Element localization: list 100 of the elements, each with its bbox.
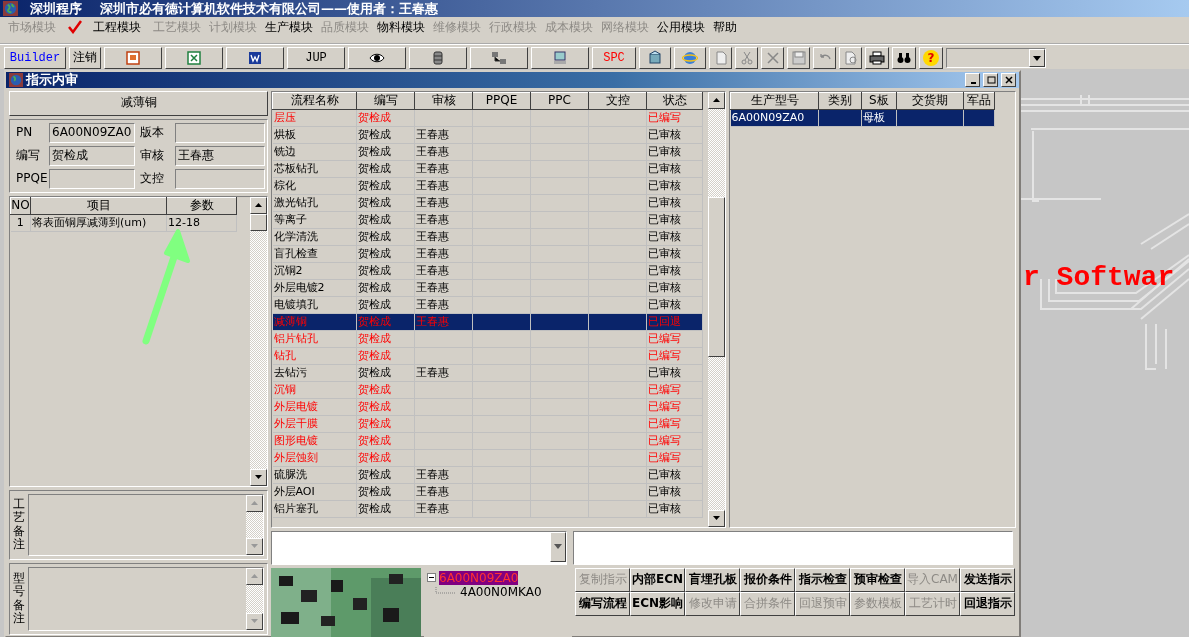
action-button[interactable]: 盲埋孔板 <box>685 567 740 592</box>
action-button[interactable]: ECN影响 <box>630 591 685 616</box>
remark-field[interactable] <box>28 493 264 556</box>
menu-item[interactable]: 帮助 <box>709 19 741 35</box>
scroll-down-icon[interactable] <box>246 537 263 555</box>
globe-icon[interactable] <box>674 47 706 69</box>
window-title: 指示内审 <box>26 72 79 88</box>
toolbar-button[interactable]: 注销 <box>69 47 101 69</box>
table-cell: 已编写 <box>646 415 703 433</box>
scroll-up-icon[interactable] <box>250 196 267 214</box>
column-header[interactable]: 类别 <box>818 92 862 110</box>
table-cell: 贺检成 <box>356 211 415 229</box>
column-header[interactable]: 文控 <box>588 92 647 110</box>
field-label: PPQE <box>15 171 47 186</box>
dropdown-field[interactable] <box>271 530 567 565</box>
scroll-down-icon[interactable] <box>708 509 725 527</box>
column-header[interactable]: 交货期 <box>896 92 964 110</box>
table-cell: 钻孔 <box>272 347 357 365</box>
collapse-icon[interactable] <box>427 573 436 583</box>
window-globe-icon <box>9 72 23 87</box>
column-header[interactable]: 状态 <box>646 92 703 110</box>
action-button[interactable]: 指示检查 <box>795 567 850 592</box>
table-cell: 王春惠 <box>414 279 473 297</box>
delete-icon[interactable] <box>761 47 784 69</box>
database-icon[interactable] <box>409 47 467 69</box>
document-icon[interactable] <box>226 47 284 69</box>
action-button[interactable]: 回退指示 <box>960 591 1015 616</box>
table-cell: 已审核 <box>646 296 703 314</box>
table-cell: 贺检成 <box>356 398 415 416</box>
column-header[interactable]: 审核 <box>414 92 473 110</box>
column-header[interactable]: S板 <box>861 92 897 110</box>
action-button[interactable]: 编写流程 <box>575 591 630 616</box>
action-button[interactable]: 报价条件 <box>740 567 795 592</box>
scroll-down-icon[interactable] <box>250 468 267 486</box>
column-header[interactable]: 生产型号 <box>730 92 819 110</box>
text-field[interactable] <box>175 122 265 143</box>
table-cell: 贺检成 <box>356 160 415 178</box>
print-preview-icon[interactable] <box>839 47 862 69</box>
toolbar-dropdown[interactable] <box>946 48 1046 68</box>
toolbar-button[interactable]: Builder <box>4 47 66 69</box>
scroll-up-icon[interactable] <box>246 494 263 512</box>
eye-icon[interactable] <box>348 47 406 69</box>
toolbar-button[interactable]: JUP <box>287 47 345 69</box>
scroll-down-icon[interactable] <box>246 612 263 630</box>
table-cell: 棕化 <box>272 177 357 195</box>
text-field[interactable]: 王春惠 <box>175 145 265 166</box>
table-cell: 电镀填孔 <box>272 296 357 314</box>
action-button[interactable]: 发送指示 <box>960 567 1015 592</box>
scroll-up-icon[interactable] <box>246 567 263 585</box>
undo-icon[interactable] <box>813 47 836 69</box>
text-field[interactable]: 6A00N09ZA0 <box>49 122 135 143</box>
table-cell: 已审核 <box>646 160 703 178</box>
printer-icon[interactable] <box>865 47 889 69</box>
minimize-icon[interactable] <box>965 72 980 87</box>
slides-icon[interactable] <box>104 47 162 69</box>
binoculars-icon[interactable] <box>892 47 916 69</box>
text-field[interactable] <box>175 168 265 189</box>
action-button[interactable]: 预审检查 <box>850 567 905 592</box>
computer-icon[interactable] <box>531 47 589 69</box>
table-cell: 外层电镀 <box>272 398 357 416</box>
tree-item[interactable]: 4A00N0MKA0 <box>457 585 542 600</box>
table-cell: 贺检成 <box>356 500 415 518</box>
column-header[interactable]: NO <box>10 197 31 215</box>
close-icon[interactable] <box>1001 72 1016 87</box>
text-field[interactable]: 贺检成 <box>49 145 135 166</box>
column-header[interactable]: 军品 <box>963 92 995 110</box>
column-header[interactable]: 编写 <box>356 92 415 110</box>
spreadsheet-icon[interactable] <box>165 47 223 69</box>
new-file-icon[interactable] <box>709 47 732 69</box>
menu-item[interactable]: 生产模块 <box>261 19 317 35</box>
table-cell: 王春惠 <box>414 143 473 161</box>
scroll-up-icon[interactable] <box>708 91 725 109</box>
table-cell: 贺检成 <box>356 279 415 297</box>
field-label: 审核 <box>139 148 165 163</box>
table-cell: 贺检成 <box>356 177 415 195</box>
column-header[interactable]: 流程名称 <box>272 92 357 110</box>
table-cell: 贺检成 <box>356 245 415 263</box>
restore-icon[interactable] <box>983 72 998 87</box>
text-field[interactable] <box>49 168 135 189</box>
column-header[interactable]: 参数 <box>166 197 237 215</box>
menu-item[interactable]: 物料模块 <box>373 19 429 35</box>
table-cell: 已编写 <box>646 347 703 365</box>
menu-item[interactable]: 工程模块 <box>60 19 149 35</box>
scissors-icon[interactable] <box>735 47 758 69</box>
box-icon[interactable] <box>639 47 671 69</box>
column-header[interactable]: PPC <box>530 92 589 110</box>
table-cell: 王春惠 <box>414 194 473 212</box>
action-button[interactable]: 内部ECN <box>630 567 685 592</box>
column-header[interactable]: 项目 <box>30 197 167 215</box>
table-cell: 外层AOI <box>272 483 357 501</box>
column-header[interactable]: PPQE <box>472 92 531 110</box>
menu-item[interactable]: 公用模块 <box>653 19 709 35</box>
save-icon[interactable] <box>787 47 810 69</box>
table-cell: 芯板钻孔 <box>272 160 357 178</box>
text-field[interactable] <box>573 530 1013 565</box>
remark-label: 工艺备注 <box>13 498 25 551</box>
help-icon[interactable]: ? <box>923 50 939 66</box>
network-icon[interactable] <box>470 47 528 69</box>
scrollbar-thumb[interactable] <box>708 196 725 357</box>
remark-field[interactable] <box>28 566 264 631</box>
